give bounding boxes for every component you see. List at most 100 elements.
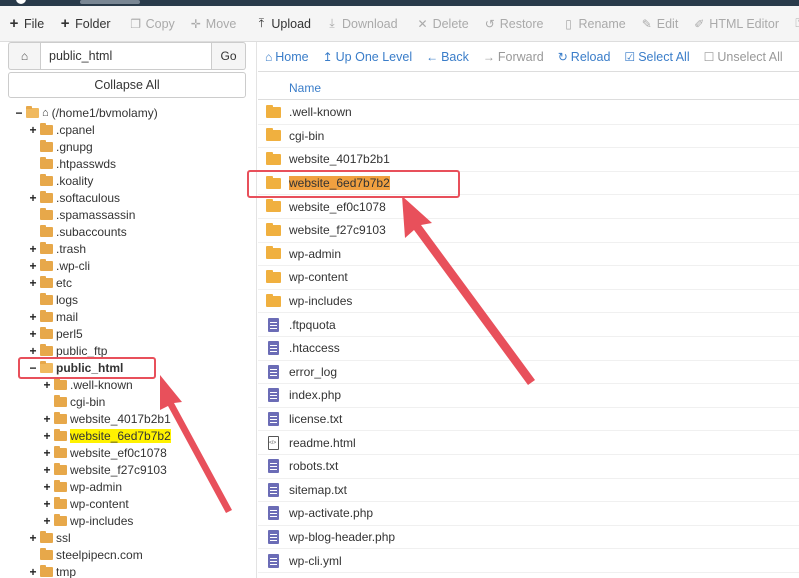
expand-icon[interactable]: + [42,378,52,392]
table-row[interactable]: error_log [258,361,799,385]
tree-item[interactable]: + mail [28,308,78,325]
tree-item[interactable]: + wp-admin [42,478,122,495]
table-row[interactable]: sitemap.txt [258,479,799,503]
folder-icon [40,258,53,271]
expand-icon[interactable]: + [28,259,38,273]
go-button[interactable]: Go [212,42,246,70]
table-row[interactable]: wp-cli.yml [258,549,799,573]
nav-unselect-all-button[interactable]: ☐ Unselect All [697,42,790,71]
toolbar-delete-button[interactable]: ✕ Delete [409,6,476,41]
table-row[interactable]: .well-known [258,101,799,125]
table-row[interactable]: wp-content [258,266,799,290]
nav-select-all-button[interactable]: ☑ Select All [617,42,696,71]
table-row[interactable]: wp-admin [258,243,799,267]
tree-item[interactable]: + perl5 [28,325,83,342]
table-row[interactable]: website_f27c9103 [258,219,799,243]
file-list: Name .well-known cgi-bin website_4017b2b1w… [258,74,799,578]
tree-item[interactable]: + website_4017b2b1 [42,410,171,427]
toolbar-restore-button[interactable]: ↺ Restore [476,6,551,41]
expand-icon[interactable]: + [42,463,52,477]
expand-icon[interactable]: + [28,531,38,545]
tree-item[interactable]: +.spamassassin [28,206,135,223]
home-path-button[interactable]: ⌂ [8,42,40,70]
undo-icon: ↺ [484,16,495,31]
tree-item[interactable]: + wp-includes [42,512,133,529]
tree-item[interactable]: + etc [28,274,72,291]
tree-item[interactable]: + .cpanel [28,121,95,138]
tree-item[interactable]: + .softaculous [28,189,120,206]
file-name: wp-content [289,270,348,285]
table-row[interactable]: .htaccess [258,337,799,361]
tree-item[interactable]: + wp-content [42,495,129,512]
table-row[interactable]: wp-blog-header.php [258,526,799,550]
name-column-header[interactable]: Name [289,81,321,95]
tree-item[interactable]: +.subaccounts [28,223,127,240]
checkbox-empty-icon: ☐ [703,49,715,64]
folder-icon [54,445,67,458]
file-icon [268,364,279,379]
tree-item[interactable]: − ⌂ (/home1/bvmolamy) [14,104,158,121]
row-icon [258,199,289,213]
tree-item[interactable]: +cgi-bin [42,393,105,410]
tree-item[interactable]: + .wp-cli [28,257,90,274]
collapse-all-button[interactable]: Collapse All [8,72,246,98]
path-input[interactable] [40,42,212,70]
tree-item[interactable]: + website_6ed7b7b2 [42,427,171,444]
toolbar-folder-button[interactable]: + Folder [51,6,117,41]
expand-icon[interactable]: + [42,480,52,494]
toolbar-perm-button[interactable]: ⚿Perm [786,6,799,41]
folder-icon [40,241,53,254]
toolbar-copy-button[interactable]: ❐ Copy [122,6,182,41]
expand-icon[interactable]: + [42,497,52,511]
expand-icon[interactable]: + [28,344,38,358]
toolbar-html-editor-button[interactable]: ✐ HTML Editor [685,6,786,41]
table-row[interactable]: index.php [258,384,799,408]
download-icon: ⤓ [329,16,335,30]
tree-item[interactable]: + .trash [28,240,86,257]
table-row[interactable]: wp-includes [258,290,799,314]
expand-icon[interactable]: + [42,429,52,443]
table-row[interactable]: robots.txt [258,455,799,479]
nav-home-button[interactable]: ⌂ Home [258,42,316,71]
expand-icon[interactable]: + [42,412,52,426]
expand-icon[interactable]: + [28,123,38,137]
nav-reload-button[interactable]: ↻ Reload [551,42,618,71]
tree-item[interactable]: + website_f27c9103 [42,461,167,478]
expand-icon[interactable]: + [42,514,52,528]
expand-icon[interactable]: + [28,191,38,205]
tree-item-label: logs [56,292,79,307]
tree-item[interactable]: + ssl [28,529,71,546]
tree-item[interactable]: +.gnupg [28,138,93,155]
folder-icon [40,139,53,152]
expand-icon[interactable]: + [28,276,38,290]
nav-forward-button[interactable]: → Forward [476,42,551,71]
expand-icon[interactable]: + [42,446,52,460]
toolbar-rename-button[interactable]: ▯ Rename [555,6,633,41]
toolbar-file-button[interactable]: + File [0,6,51,41]
table-row[interactable]: license.txt [258,408,799,432]
tree-item[interactable]: + website_ef0c1078 [42,444,167,461]
collapse-icon[interactable]: − [14,106,24,120]
table-row[interactable]: website_4017b2b1 [258,148,799,172]
table-row[interactable]: wp-activate.php [258,502,799,526]
table-row[interactable]: cgi-bin [258,125,799,149]
nav-button-label: Home [275,49,309,64]
tree-item[interactable]: +logs [28,291,78,308]
tree-item[interactable]: + tmp [28,563,76,578]
toolbar-upload-button[interactable]: ⤒ Upload [247,6,318,41]
expand-icon[interactable]: + [28,242,38,256]
expand-icon[interactable]: + [28,327,38,341]
toolbar-download-button[interactable]: ⤓ Download [318,6,405,41]
table-row[interactable]: website_ef0c1078 [258,195,799,219]
table-row[interactable]: .ftpquota [258,313,799,337]
nav-back-button[interactable]: ← Back [419,42,476,71]
toolbar-edit-button[interactable]: ✎ Edit [633,6,686,41]
expand-icon[interactable]: + [28,565,38,578]
table-row[interactable]: readme.html [258,431,799,455]
toolbar-move-button[interactable]: ✛ Move [182,6,244,41]
tree-item[interactable]: +.koality [28,172,93,189]
nav-up-one-level-button[interactable]: ↥ Up One Level [316,42,420,71]
tree-item[interactable]: +steelpipecn.com [28,546,143,563]
tree-item[interactable]: +.htpasswds [28,155,116,172]
expand-icon[interactable]: + [28,310,38,324]
